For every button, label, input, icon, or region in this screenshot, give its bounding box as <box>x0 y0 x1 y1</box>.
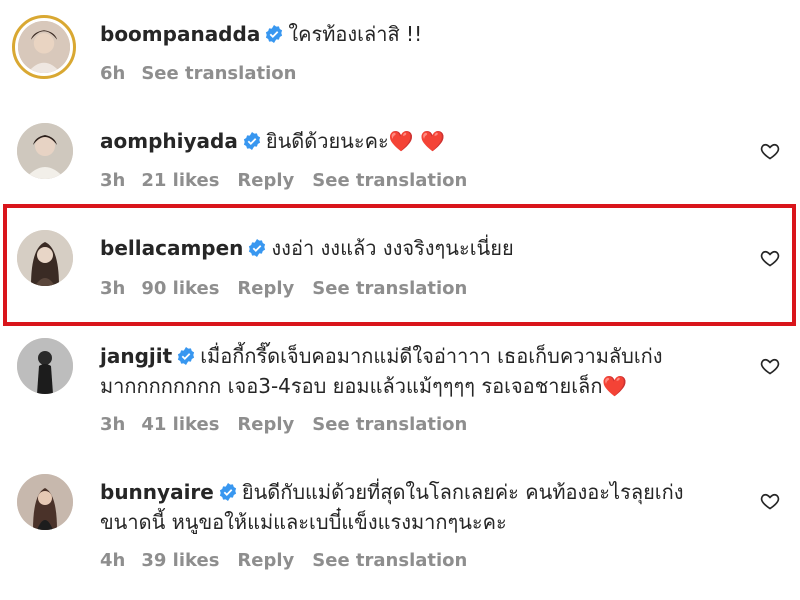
comment-meta: 3h 90 likes Reply See translation <box>100 277 485 301</box>
comment-line: bunnyaire ยินดีกับแม่ด้วยที่สุดในโลกเลยค่… <box>100 477 740 507</box>
comment-time: 3h <box>100 278 126 299</box>
highlight-box <box>3 204 796 326</box>
comment-text: ยินดีด้วยนะคะ <box>265 129 389 153</box>
reply-button[interactable]: Reply <box>237 550 294 571</box>
avatar-photo <box>17 338 73 394</box>
reply-button[interactable]: Reply <box>237 170 294 191</box>
avatar-photo <box>17 123 73 179</box>
avatar[interactable] <box>17 338 73 394</box>
username[interactable]: bunnyaire <box>100 480 214 504</box>
username[interactable]: boompanadda <box>100 22 260 46</box>
comment-meta: 6h See translation <box>100 62 314 86</box>
comment-text: งงอ่า งงแล้ว งงจริงๆนะเนี่ยย <box>271 236 514 260</box>
likes-count[interactable]: 39 likes <box>141 550 219 571</box>
see-translation-link[interactable]: See translation <box>312 414 467 435</box>
username[interactable]: aomphiyada <box>100 129 238 153</box>
likes-count[interactable]: 41 likes <box>141 414 219 435</box>
username[interactable]: bellacampen <box>100 236 243 260</box>
verified-badge-icon <box>242 131 262 151</box>
verified-badge-icon <box>247 238 267 258</box>
see-translation-link[interactable]: See translation <box>312 170 467 191</box>
comment-line: jangjit เมื่อกี้กรี๊ดเจ็บคอมากแม่ดีใจอ่าา… <box>100 341 740 371</box>
heart-emoji: ❤️ ❤️ <box>388 129 445 153</box>
avatar-photo <box>18 21 70 73</box>
comment-time: 3h <box>100 170 126 191</box>
comment-line: ขนาดนี้ หนูขอให้แม่และเบบี๋แข็งแรงมากๆนะ… <box>100 507 740 537</box>
heart-icon[interactable] <box>760 356 780 376</box>
see-translation-link[interactable]: See translation <box>312 550 467 571</box>
see-translation-link[interactable]: See translation <box>312 278 467 299</box>
comment-text: ยินดีกับแม่ด้วยที่สุดในโลกเลยค่ะ คนท้องอ… <box>241 480 684 504</box>
likes-count[interactable]: 21 likes <box>141 170 219 191</box>
verified-badge-icon <box>218 482 238 502</box>
comment-line: aomphiyada ยินดีด้วยนะคะ❤️ ❤️ <box>100 126 740 156</box>
avatar[interactable] <box>12 15 76 79</box>
avatar-photo <box>17 230 73 286</box>
heart-icon[interactable] <box>760 141 780 161</box>
comment-time: 3h <box>100 414 126 435</box>
avatar[interactable] <box>17 474 73 530</box>
verified-badge-icon <box>176 346 196 366</box>
comment-text: เมื่อกี้กรี๊ดเจ็บคอมากแม่ดีใจอ่าาาา เธอเ… <box>200 344 663 368</box>
avatar[interactable] <box>17 123 73 179</box>
comment-line: มากกกกกกกก เจอ3-4รอบ ยอมแล้วแม้ๆๆๆๆ รอเจ… <box>100 371 740 401</box>
comment-line: bellacampen งงอ่า งงแล้ว งงจริงๆนะเนี่ยย <box>100 233 740 263</box>
comment-line: boompanadda ใครท้องเล่าสิ !! <box>100 19 740 49</box>
comment-meta: 3h 41 likes Reply See translation <box>100 413 485 437</box>
heart-emoji: ❤️ <box>602 374 628 398</box>
comment-time: 4h <box>100 550 126 571</box>
comment-text: ขนาดนี้ หนูขอให้แม่และเบบี๋แข็งแรงมากๆนะ… <box>100 510 507 534</box>
reply-button[interactable]: Reply <box>237 414 294 435</box>
avatar-photo <box>17 474 73 530</box>
username[interactable]: jangjit <box>100 344 172 368</box>
see-translation-link[interactable]: See translation <box>141 63 296 84</box>
comment-text: ใครท้องเล่าสิ !! <box>288 22 423 46</box>
comment-text: มากกกกกกกก เจอ3-4รอบ ยอมแล้วแม้ๆๆๆๆ รอเจ… <box>100 374 603 398</box>
heart-icon[interactable] <box>760 491 780 511</box>
comment-meta: 4h 39 likes Reply See translation <box>100 549 485 573</box>
heart-icon[interactable] <box>760 248 780 268</box>
comment-meta: 3h 21 likes Reply See translation <box>100 169 485 193</box>
reply-button[interactable]: Reply <box>237 278 294 299</box>
likes-count[interactable]: 90 likes <box>141 278 219 299</box>
verified-badge-icon <box>264 24 284 44</box>
avatar[interactable] <box>17 230 73 286</box>
comment-time: 6h <box>100 63 126 84</box>
